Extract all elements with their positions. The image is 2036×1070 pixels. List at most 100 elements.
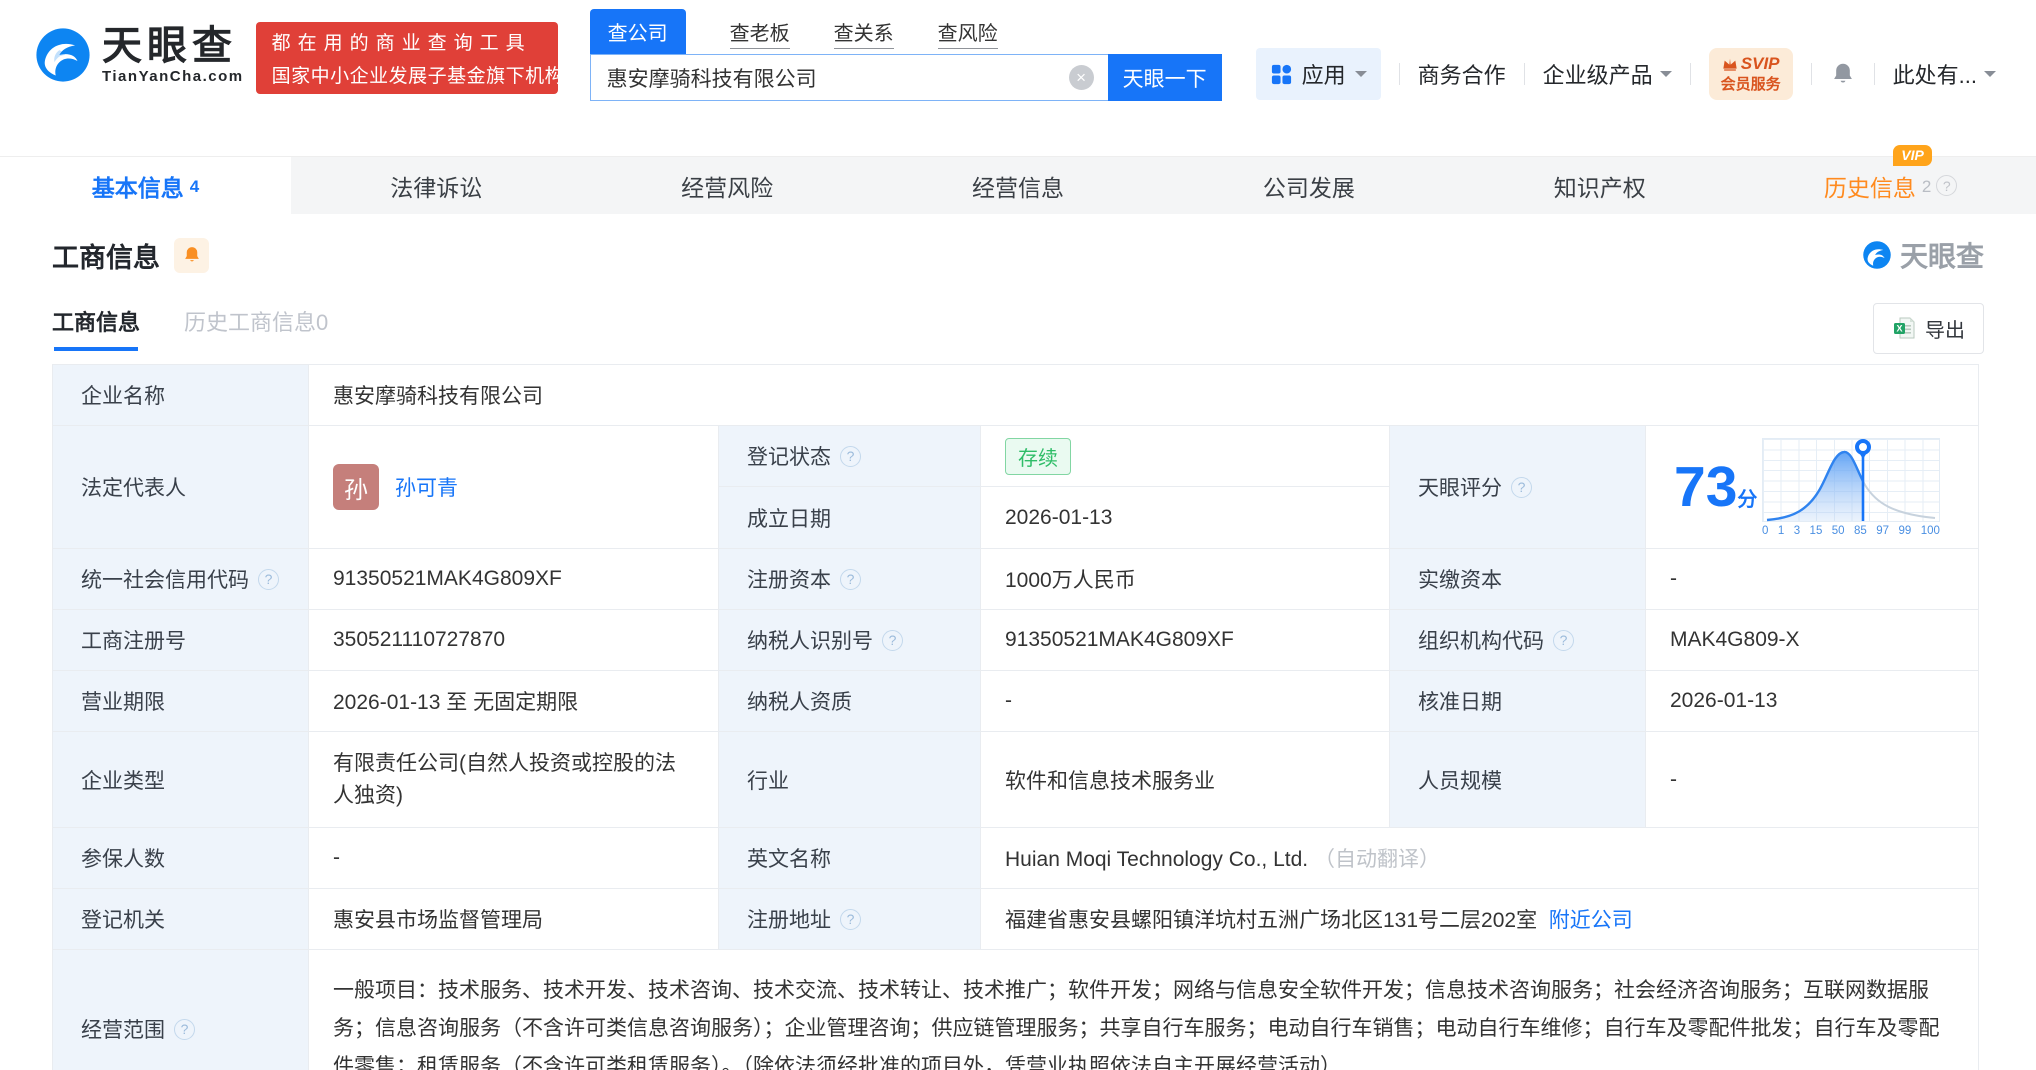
subscribe-bell-icon[interactable]: [174, 237, 209, 273]
nearby-companies-link[interactable]: 附近公司: [1549, 909, 1633, 932]
search-tab-company[interactable]: 查公司: [589, 9, 686, 54]
apps-menu-button[interactable]: 应用: [1255, 48, 1381, 100]
export-label: 导出: [1925, 319, 1965, 342]
field-label-company-type: 企业类型: [52, 731, 309, 828]
field-value-credit-code: 91350521MAK4G809XF: [308, 548, 719, 610]
search-tab-relation[interactable]: 查关系: [833, 17, 894, 54]
field-label-registration-authority: 登记机关: [52, 888, 309, 950]
tab-history-info[interactable]: VIP 历史信息 2 ?: [1745, 144, 2036, 214]
chevron-down-icon: [1354, 71, 1367, 83]
field-value-taxpayer-id: 91350521MAK4G809XF: [980, 609, 1390, 671]
table-row: 工商注册号 350521110727870 纳税人识别号? 91350521MA…: [52, 609, 1980, 671]
field-label-taxpayer-quality: 纳税人资质: [718, 670, 981, 732]
field-label-organization-code: 组织机构代码?: [1389, 609, 1646, 671]
field-value-insured-count: -: [308, 827, 719, 889]
table-row: 企业类型 有限责任公司(自然人投资或控股的法人独资) 行业 软件和信息技术服务业…: [52, 731, 1980, 828]
field-value-staff-size: -: [1644, 731, 1980, 828]
field-value-company-name: 惠安摩骑科技有限公司: [307, 364, 1980, 426]
logo-text-cn: 天眼查: [102, 24, 237, 68]
table-row: 法定代表人 孙 孙可青 登记状态? 存续 天眼评分? 73分 0 1 3 15 …: [52, 425, 1980, 549]
business-info-table: 企业名称 惠安摩骑科技有限公司 法定代表人 孙 孙可青 登记状态? 存续 天眼评…: [52, 364, 1980, 1070]
export-button[interactable]: X 导出: [1873, 302, 1984, 354]
field-value-registration-authority: 惠安县市场监督管理局: [308, 888, 719, 950]
search-tab-boss[interactable]: 查老板: [729, 17, 790, 54]
legal-rep-name-link[interactable]: 孙可青: [395, 472, 458, 502]
watermark-swirl-icon: [1863, 241, 1891, 269]
search-input[interactable]: [589, 54, 1108, 101]
section-title: 工商信息: [52, 242, 160, 273]
help-icon[interactable]: ?: [1553, 629, 1574, 651]
field-value-tianyan-score: 73分 0 1 3 15 50 85 97 99 100: [1644, 425, 1980, 549]
divider: [1810, 63, 1812, 85]
field-label-registered-capital: 注册资本?: [718, 548, 981, 610]
tab-intellectual-property[interactable]: 知识产权: [1454, 157, 1745, 214]
auto-translate-note: （自动翻译）: [1313, 848, 1440, 871]
notification-bell-icon[interactable]: [1830, 61, 1856, 87]
search-area: 查公司 查老板 查关系 查风险 × 天眼一下: [589, 9, 1222, 101]
field-label-industry: 行业: [718, 731, 981, 828]
search-button[interactable]: 天眼一下: [1107, 54, 1222, 101]
field-label-taxpayer-id: 纳税人识别号?: [718, 609, 981, 671]
tab-basic-info[interactable]: 基本信息 4: [0, 157, 291, 214]
crown-icon: [1723, 58, 1737, 71]
field-label-approval-date: 核准日期: [1389, 670, 1646, 732]
field-value-industry: 软件和信息技术服务业: [980, 731, 1390, 828]
field-label-insured-count: 参保人数: [52, 827, 309, 889]
tianyancha-logo[interactable]: 天眼查 TianYanCha.com: [34, 24, 244, 85]
help-icon[interactable]: ?: [840, 568, 861, 590]
search-tab-risk[interactable]: 查风险: [937, 17, 998, 54]
field-value-registration-status: 存续: [980, 425, 1390, 487]
field-label-company-name: 企业名称: [52, 364, 309, 426]
brand-slogan-badge: 都在用的商业查询工具 国家中小企业发展子基金旗下机构: [255, 22, 565, 94]
score-number: 73: [1674, 454, 1738, 519]
help-icon[interactable]: ?: [840, 445, 861, 467]
nav-enterprise-products[interactable]: 企业级产品: [1543, 58, 1672, 90]
subtab-business-info[interactable]: 工商信息: [52, 305, 140, 351]
field-value-company-type: 有限责任公司(自然人投资或控股的法人独资): [308, 731, 719, 828]
chevron-down-icon: [1984, 71, 1996, 83]
help-icon[interactable]: ?: [1511, 476, 1532, 498]
tab-company-development[interactable]: 公司发展: [1163, 157, 1454, 214]
table-row: 参保人数 - 英文名称 Huian Moqi Technology Co., L…: [52, 827, 1980, 889]
table-row: 营业期限 2026-01-13 至 无固定期限 纳税人资质 - 核准日期 202…: [52, 670, 1980, 732]
field-value-establish-date: 2026-01-13: [980, 486, 1390, 549]
score-distribution-chart: 01 3 15 50 85 97 99 100: [1762, 437, 1941, 537]
help-icon[interactable]: ?: [882, 629, 903, 651]
help-icon[interactable]: ?: [1936, 175, 1958, 196]
svip-member-button[interactable]: SVIP 会员服务: [1708, 48, 1793, 100]
status-badge: 存续: [1005, 437, 1071, 475]
logo-swirl-icon: [36, 27, 90, 82]
field-value-approval-date: 2026-01-13: [1644, 670, 1980, 732]
help-icon[interactable]: ?: [840, 908, 861, 930]
field-label-paid-capital: 实缴资本: [1389, 548, 1646, 610]
header-nav: 应用 商务合作 企业级产品 SVIP 会员服务 此处有...: [1255, 48, 1996, 100]
clear-search-icon[interactable]: ×: [1068, 65, 1094, 90]
table-row: 经营范围? 一般项目：技术服务、技术开发、技术咨询、技术交流、技术转让、技术推广…: [52, 949, 1980, 1070]
divider: [1689, 63, 1691, 85]
legal-rep-avatar[interactable]: 孙: [333, 464, 379, 510]
tab-operating-info[interactable]: 经营信息: [873, 157, 1164, 214]
score-axis-labels: 01 3 15 50 85 97 99 100: [1762, 524, 1940, 537]
vip-badge: VIP: [1893, 144, 1932, 166]
slogan-line2: 国家中小企业发展子基金旗下机构: [271, 66, 565, 87]
excel-icon: X: [1894, 317, 1915, 339]
help-icon[interactable]: ?: [174, 1018, 195, 1040]
field-label-english-name: 英文名称: [718, 827, 981, 889]
search-tabs: 查公司 查老板 查关系 查风险: [589, 9, 1222, 54]
score-unit: 分: [1737, 488, 1758, 511]
tab-operating-risk[interactable]: 经营风险: [582, 157, 873, 214]
field-label-registration-number: 工商注册号: [52, 609, 309, 671]
subtab-history-business-info[interactable]: 历史工商信息0: [184, 305, 328, 351]
table-row: 统一社会信用代码? 91350521MAK4G809XF 注册资本? 1000万…: [52, 548, 1980, 610]
help-icon[interactable]: ?: [258, 568, 279, 590]
field-value-legal-representative: 孙 孙可青: [308, 425, 719, 549]
field-value-registered-capital: 1000万人民币: [980, 548, 1390, 610]
tab-legal-proceedings[interactable]: 法律诉讼: [291, 157, 582, 214]
score-marker-pin-icon: [1855, 438, 1872, 455]
field-label-staff-size: 人员规模: [1389, 731, 1646, 828]
field-label-registered-address: 注册地址?: [718, 888, 981, 950]
user-account-menu[interactable]: 此处有...: [1893, 58, 1996, 90]
nav-business-cooperation[interactable]: 商务合作: [1418, 58, 1506, 90]
svip-sublabel: 会员服务: [1720, 76, 1781, 93]
divider: [1523, 63, 1525, 85]
